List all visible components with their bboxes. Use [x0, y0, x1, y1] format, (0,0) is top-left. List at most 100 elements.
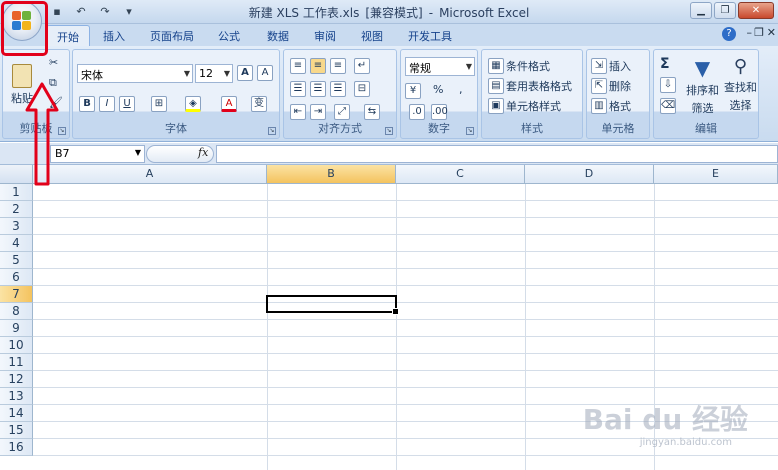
dialog-launcher-icon[interactable]: ↘ — [385, 127, 393, 135]
sort-filter-button[interactable]: ▼ 排序和 筛选 — [686, 56, 719, 116]
orientation-icon[interactable]: ⤢ — [334, 104, 350, 120]
tab-formulas[interactable]: 公式 — [218, 28, 240, 44]
row-header[interactable]: 10 — [0, 337, 33, 354]
cell-styles-button[interactable]: ▣ 单元格样式 — [488, 98, 561, 114]
align-middle-icon[interactable]: ≡ — [310, 58, 326, 74]
autosum-button[interactable]: Σ — [660, 56, 670, 72]
ribbon-minimize-icon[interactable]: – — [747, 26, 753, 39]
document-name: 新建 XLS 工作表.xls — [248, 6, 360, 20]
column-header-c[interactable]: C — [396, 165, 525, 184]
gridline — [33, 251, 778, 252]
formula-input[interactable] — [216, 145, 778, 163]
row-header[interactable]: 8 — [0, 303, 33, 320]
format-cells-button[interactable]: ▥ 格式 — [591, 98, 631, 114]
tab-review[interactable]: 审阅 — [314, 28, 336, 44]
column-header-b[interactable]: B — [267, 165, 396, 184]
column-header-e[interactable]: E — [654, 165, 778, 184]
row-header[interactable]: 13 — [0, 388, 33, 405]
merge-center-icon[interactable]: ⊟ — [354, 81, 370, 97]
underline-button[interactable]: U — [119, 96, 135, 112]
gridline — [33, 234, 778, 235]
increase-decimal-icon[interactable]: .0 — [409, 104, 425, 120]
align-center-icon[interactable]: ☰ — [310, 81, 326, 97]
help-icon[interactable]: ? — [722, 27, 736, 41]
align-left-icon[interactable]: ☰ — [290, 81, 306, 97]
bold-button[interactable]: B — [79, 96, 95, 112]
annotation-arrow-icon — [25, 82, 59, 186]
wrap-text-icon[interactable]: ↵ — [354, 58, 370, 74]
ribbon-tabs: 开始 插入 页面布局 公式 数据 审阅 视图 开发工具 — [0, 24, 778, 47]
delete-cells-button[interactable]: ⇱ 删除 — [591, 78, 631, 94]
tab-data[interactable]: 数据 — [267, 28, 289, 44]
tab-insert[interactable]: 插入 — [103, 28, 125, 44]
gridline — [525, 184, 526, 470]
text-direction-icon[interactable]: ⇆ — [364, 104, 380, 120]
chevron-down-icon: ▼ — [134, 148, 141, 157]
increase-indent-icon[interactable]: ⇥ — [310, 104, 326, 120]
row-header[interactable]: 5 — [0, 252, 33, 269]
clear-icon[interactable]: ⌫ — [660, 98, 676, 114]
gridline — [396, 184, 397, 470]
font-name-combo[interactable]: 宋体 ▼ — [77, 64, 193, 83]
ribbon-close-icon[interactable]: ✕ — [767, 26, 776, 39]
format-as-table-button[interactable]: ▤ 套用表格格式 — [488, 78, 572, 94]
align-right-icon[interactable]: ☰ — [330, 81, 346, 97]
number-format-combo[interactable]: 常规 ▼ — [405, 57, 475, 76]
row-header[interactable]: 2 — [0, 201, 33, 218]
conditional-format-button[interactable]: ▦ 条件格式 — [488, 58, 550, 74]
column-header-d[interactable]: D — [525, 165, 654, 184]
row-header[interactable]: 6 — [0, 269, 33, 286]
dialog-launcher-icon[interactable]: ↘ — [466, 127, 474, 135]
phonetic-button[interactable]: 变 — [251, 96, 267, 112]
minimize-button[interactable]: ▁ — [690, 2, 712, 19]
font-size-combo[interactable]: 12 ▼ — [195, 64, 233, 83]
row-header[interactable]: 16 — [0, 439, 33, 456]
gridline — [33, 302, 778, 303]
ribbon-restore-icon[interactable]: ❐ — [754, 26, 764, 39]
row-header[interactable]: 7 — [0, 286, 33, 303]
align-top-icon[interactable]: ≡ — [290, 58, 306, 74]
row-header[interactable]: 14 — [0, 405, 33, 422]
row-header[interactable]: 11 — [0, 354, 33, 371]
borders-icon[interactable]: ⊞ — [151, 96, 167, 112]
active-cell-b7[interactable] — [266, 295, 399, 315]
font-color-button[interactable]: A — [221, 96, 237, 112]
formula-bar: B7 ▼ fx — [0, 143, 778, 165]
shrink-font-button[interactable]: A — [257, 65, 273, 81]
table-icon: ▤ — [488, 78, 504, 94]
app-name: Microsoft Excel — [439, 6, 530, 20]
group-styles: ▦ 条件格式 ▤ 套用表格格式 ▣ 单元格样式 样式 — [481, 49, 583, 139]
fill-icon[interactable]: ⇩ — [660, 77, 676, 93]
row-header[interactable]: 15 — [0, 422, 33, 439]
align-bottom-icon[interactable]: ≡ — [330, 58, 346, 74]
row-header[interactable]: 12 — [0, 371, 33, 388]
currency-icon[interactable]: ¥ — [405, 83, 421, 99]
tab-developer[interactable]: 开发工具 — [408, 28, 452, 44]
percent-button[interactable]: % — [433, 83, 443, 96]
decrease-indent-icon[interactable]: ⇤ — [290, 104, 306, 120]
group-label-cells: 单元格 — [601, 122, 635, 135]
row-header[interactable]: 4 — [0, 235, 33, 252]
tab-home[interactable]: 开始 — [46, 25, 90, 47]
gridline — [267, 184, 268, 470]
comma-button[interactable]: , — [459, 83, 463, 96]
cut-icon[interactable]: ✂ — [49, 56, 58, 69]
row-header[interactable]: 3 — [0, 218, 33, 235]
tab-view[interactable]: 视图 — [361, 28, 383, 44]
grow-font-button[interactable]: A — [237, 65, 253, 81]
dialog-launcher-icon[interactable]: ↘ — [268, 127, 276, 135]
column-header-a[interactable]: A — [33, 165, 267, 184]
fill-color-icon[interactable]: ◈ — [185, 96, 201, 112]
restore-button[interactable]: ❐ — [714, 2, 736, 19]
name-box[interactable]: B7 ▼ — [50, 145, 145, 163]
find-select-button[interactable]: ⚲ 查找和 选择 — [724, 56, 757, 113]
decrease-decimal-icon[interactable]: .00 — [431, 104, 448, 120]
tab-page-layout[interactable]: 页面布局 — [150, 28, 194, 44]
group-label-alignment: 对齐方式 — [318, 122, 362, 135]
insert-function-button[interactable]: fx — [198, 146, 208, 159]
row-header[interactable]: 9 — [0, 320, 33, 337]
insert-cells-button[interactable]: ⇲ 插入 — [591, 58, 631, 74]
close-button[interactable]: ✕ — [738, 2, 774, 19]
italic-button[interactable]: I — [99, 96, 115, 112]
gridline — [33, 336, 778, 337]
